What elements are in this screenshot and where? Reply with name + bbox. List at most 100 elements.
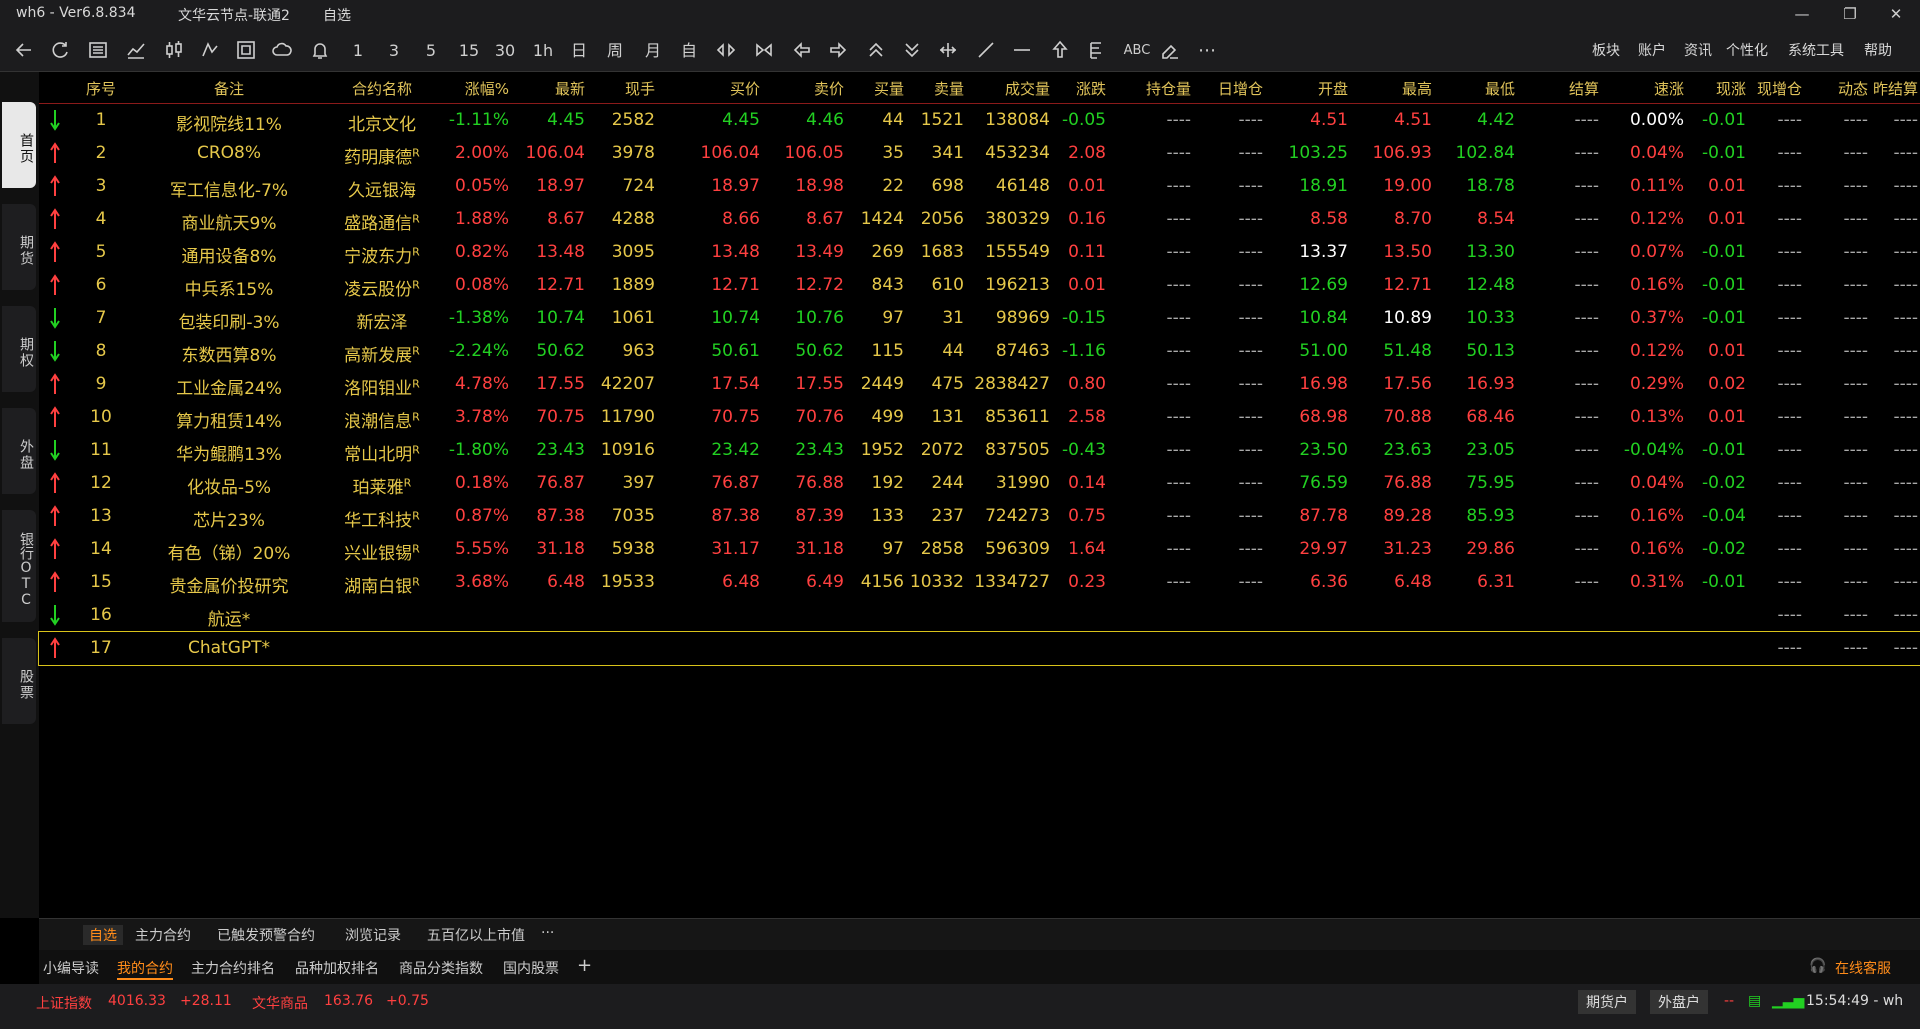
table-row[interactable]: 13 芯片23% 华工科技R 0.87% 87.38 7035 87.38 87.39 133 2…	[39, 500, 1920, 533]
period-day-button[interactable]: 日	[570, 40, 588, 62]
arrow-right-icon[interactable]	[828, 40, 848, 62]
header-contract-name[interactable]: 合约名称	[317, 78, 447, 99]
tab-domestic-stocks[interactable]: 国内股票	[503, 958, 559, 978]
sidebar-item-options[interactable]: 期权	[2, 306, 36, 392]
chevrons-down-icon[interactable]	[902, 40, 922, 62]
table-row[interactable]: 4 商业航天9% 盛路通信R 1.88% 8.67 4288 8.66 8.67 1424 205…	[39, 203, 1920, 236]
fibonacci-icon[interactable]	[1086, 40, 1106, 62]
header-prev-settle[interactable]: 昨结算	[1868, 78, 1918, 99]
header-daily-oi-change[interactable]: 日增仓	[1191, 78, 1263, 99]
tab-editor-guide[interactable]: 小编导读	[43, 958, 99, 978]
tab-main-contracts[interactable]: 主力合约	[135, 925, 191, 945]
header-open-interest[interactable]: 持仓量	[1106, 78, 1191, 99]
period-5-button[interactable]: 5	[423, 40, 439, 62]
close-icon[interactable]: ✕	[1876, 2, 1916, 26]
period-1h-button[interactable]: 1h	[532, 40, 554, 62]
table-row[interactable]: 16 航运* ---- ---- ----	[39, 599, 1920, 632]
sidebar-item-futures[interactable]: 期货	[2, 204, 36, 290]
table-row[interactable]: 1 影视院线11% 北京文化 -1.11% 4.45 2582 4.45 4.46 44 1521…	[39, 104, 1920, 137]
header-high-price[interactable]: 最高	[1348, 78, 1432, 99]
zoom-out-icon[interactable]	[754, 40, 774, 62]
restore-icon[interactable]: ❐	[1830, 2, 1870, 26]
period-custom-button[interactable]: 自	[680, 40, 698, 62]
period-3-button[interactable]: 3	[386, 40, 402, 62]
horizontal-line-icon[interactable]	[1012, 40, 1032, 62]
table-row[interactable]: 3 军工信息化-7% 久远银海 0.05% 18.97 724 18.97 18.98 22 69…	[39, 170, 1920, 203]
header-low-price[interactable]: 最低	[1432, 78, 1515, 99]
tab-commodity-index[interactable]: 商品分类指数	[399, 958, 483, 978]
period-week-button[interactable]: 周	[606, 40, 624, 62]
futures-account-button[interactable]: 期货户	[1578, 990, 1636, 1014]
period-30-button[interactable]: 30	[494, 40, 516, 62]
sidebar-item-stocks[interactable]: 股票	[2, 638, 36, 724]
header-change-pct[interactable]: 涨幅%	[429, 78, 509, 99]
header-ask-price[interactable]: 卖价	[760, 78, 844, 99]
index1-name[interactable]: 上证指数	[36, 993, 92, 1013]
refresh-icon[interactable]	[50, 40, 70, 62]
period-1-button[interactable]: 1	[350, 40, 366, 62]
online-service-button[interactable]: 在线客服	[1835, 958, 1891, 978]
tab-weighted-ranking[interactable]: 品种加权排名	[295, 958, 379, 978]
minimize-icon[interactable]: —	[1782, 2, 1822, 26]
back-icon[interactable]	[14, 40, 34, 62]
header-bid-qty[interactable]: 买量	[844, 78, 904, 99]
keyboard-icon[interactable]: ▤	[1748, 993, 1761, 1009]
index2-name[interactable]: 文华商品	[252, 993, 308, 1013]
tab-more[interactable]: ···	[541, 925, 554, 941]
table-row[interactable]: 17 ChatGPT* ---- ---- ----	[38, 631, 1920, 666]
header-speed[interactable]: 速涨	[1599, 78, 1684, 99]
header-current-change[interactable]: 现涨	[1684, 78, 1746, 99]
period-15-button[interactable]: 15	[458, 40, 480, 62]
table-row[interactable]: 9 工业金属24% 洛阳钼业R 4.78% 17.55 42207 17.54 17.55 24…	[39, 368, 1920, 401]
add-tab-button[interactable]: +	[577, 955, 592, 976]
header-current-oi[interactable]: 现增仓	[1746, 78, 1802, 99]
tab-triggered-alerts[interactable]: 已触发预警合约	[217, 925, 315, 945]
menu-system-tools[interactable]: 系统工具	[1788, 40, 1844, 60]
menu-personalize[interactable]: 个性化	[1726, 40, 1768, 60]
eraser-icon[interactable]	[1160, 40, 1180, 62]
menu-help[interactable]: 帮助	[1864, 40, 1892, 60]
menu-sector[interactable]: 板块	[1592, 40, 1620, 60]
table-row[interactable]: 5 通用设备8% 宁波东力R 0.82% 13.48 3095 13.48 13.49 269 1…	[39, 236, 1920, 269]
header-settle-price[interactable]: 结算	[1515, 78, 1599, 99]
arrow-up-icon[interactable]	[1050, 40, 1070, 62]
tab-large-cap[interactable]: 五百亿以上市值	[427, 925, 525, 945]
tick-chart-icon[interactable]	[200, 40, 220, 62]
tab-main-ranking[interactable]: 主力合约排名	[191, 958, 275, 978]
candlestick-icon[interactable]	[164, 40, 184, 62]
table-row[interactable]: 8 东数西算8% 高新发展R -2.24% 50.62 963 50.61 50.62 115 4…	[39, 335, 1920, 368]
table-row[interactable]: 14 有色（锑）20% 兴业银锡R 5.55% 31.18 5938 31.17 31.18 9…	[39, 533, 1920, 566]
chevrons-up-icon[interactable]	[866, 40, 886, 62]
arrow-left-icon[interactable]	[792, 40, 812, 62]
alarm-bell-icon[interactable]	[310, 40, 330, 62]
sidebar-item-bank-otc[interactable]: 银行OTC	[2, 510, 36, 622]
sidebar-item-foreign[interactable]: 外盘	[2, 408, 36, 494]
tab-history[interactable]: 浏览记录	[345, 925, 401, 945]
table-row[interactable]: 2 CRO8% 药明康德R 2.00% 106.04 3978 106.04 106.05 35…	[39, 137, 1920, 170]
tab-watchlist[interactable]: 自选	[83, 925, 123, 945]
table-row[interactable]: 6 中兵系15% 凌云股份R 0.08% 12.71 1889 12.71 12.72 843 6…	[39, 269, 1920, 302]
sidebar-item-home[interactable]: 首页	[2, 102, 36, 188]
more-icon[interactable]: ⋯	[1198, 40, 1216, 62]
header-total-volume[interactable]: 成交量	[964, 78, 1050, 99]
period-month-button[interactable]: 月	[644, 40, 662, 62]
table-row[interactable]: 15 贵金属价投研究 湖南白银R 3.68% 6.48 19533 6.48 6.49 4156…	[39, 566, 1920, 599]
table-row[interactable]: 12 化妆品-5% 珀莱雅R 0.18% 76.87 397 76.87 76.88 192 24…	[39, 467, 1920, 500]
headset-icon[interactable]: 🎧	[1809, 958, 1826, 974]
header-bid-price[interactable]: 买价	[655, 78, 760, 99]
tab-my-contracts[interactable]: 我的合约	[117, 958, 173, 980]
header-open-price[interactable]: 开盘	[1263, 78, 1348, 99]
header-dynamic[interactable]: 动态	[1802, 78, 1868, 99]
header-ask-qty[interactable]: 卖量	[904, 78, 964, 99]
text-tool-button[interactable]: ABC	[1122, 40, 1152, 62]
header-current-volume[interactable]: 现手	[585, 78, 655, 99]
header-note[interactable]: 备注	[139, 78, 319, 99]
menu-news[interactable]: 资讯	[1684, 40, 1712, 60]
line-chart-icon[interactable]	[126, 40, 146, 62]
header-last-price[interactable]: 最新	[509, 78, 585, 99]
table-row[interactable]: 7 包装印刷-3% 新宏泽 -1.38% 10.74 1061 10.74 10.76 97 31…	[39, 302, 1920, 335]
draw-line-icon[interactable]	[976, 40, 996, 62]
cloud-icon[interactable]	[272, 40, 292, 62]
header-seq[interactable]: 序号	[81, 78, 121, 99]
header-change[interactable]: 涨跌	[1050, 78, 1106, 99]
